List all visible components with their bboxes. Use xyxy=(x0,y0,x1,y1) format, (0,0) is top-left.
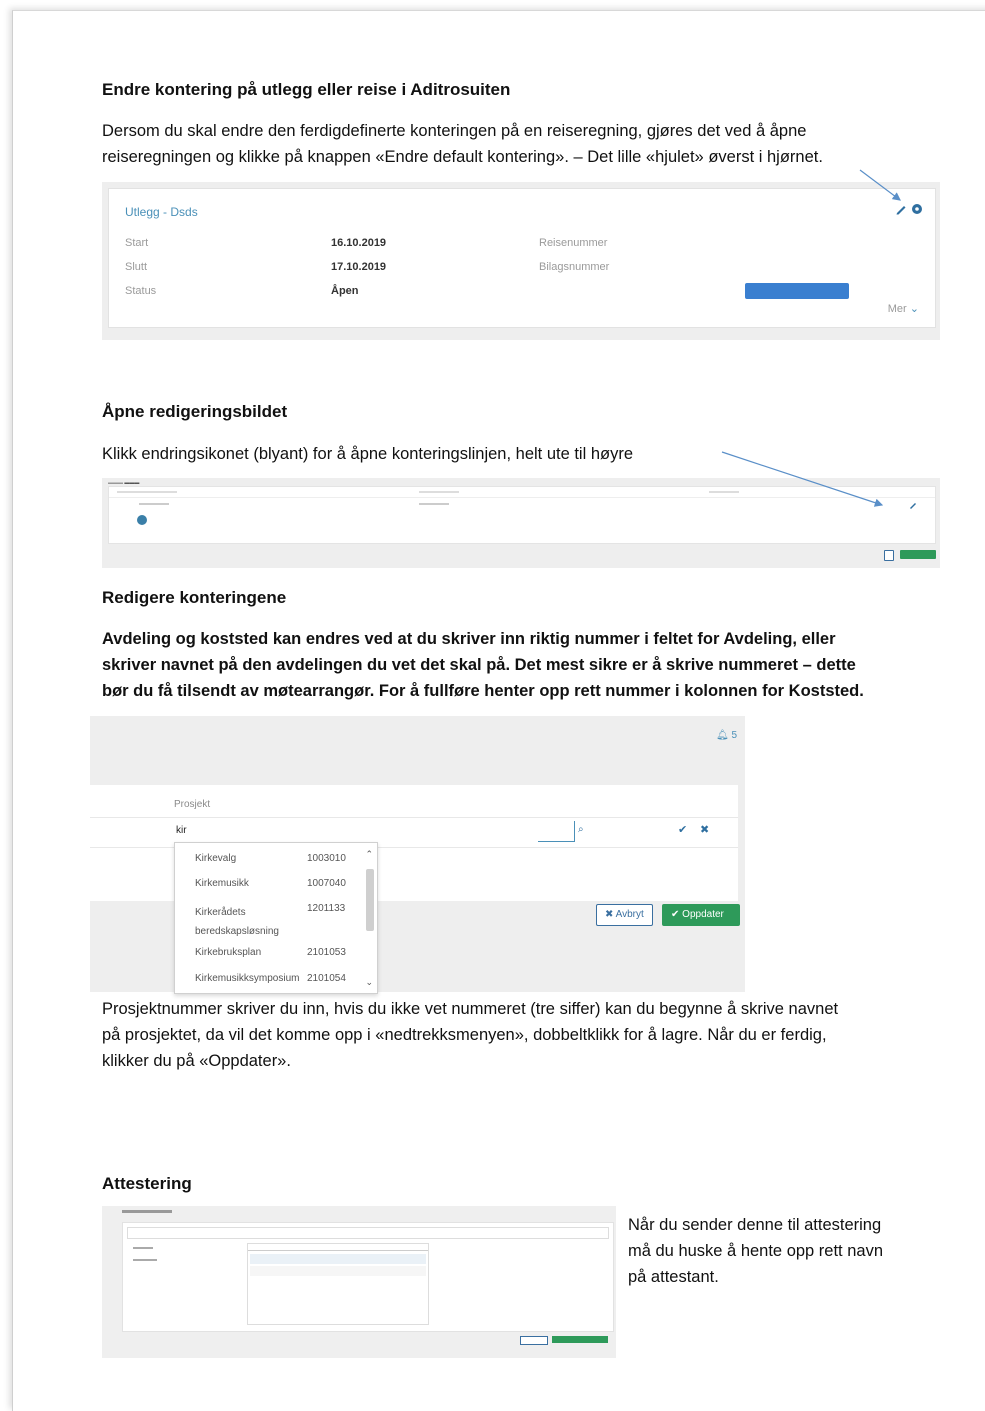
heading-apne-redigering: Åpne redigeringsbildet xyxy=(102,402,288,421)
attestant-dialog xyxy=(122,1222,614,1332)
chevron-down-icon: ⌄ xyxy=(909,303,919,315)
cancel-button-small[interactable] xyxy=(520,1336,548,1345)
para-line: klikker du på «Oppdater». xyxy=(102,1052,291,1070)
bell-icon: 🔔︎ xyxy=(715,730,729,741)
dropdown-item-number[interactable]: 1201133 xyxy=(307,903,345,914)
para-line: Avdeling og koststed kan endres ved at d… xyxy=(102,630,836,648)
notification-count: 5 xyxy=(731,730,737,741)
chevron-up-icon[interactable]: ⌃ xyxy=(365,849,373,860)
prosjekt-label: Prosjekt xyxy=(174,799,211,810)
notification-indicator[interactable]: 🔔︎ 5 xyxy=(716,730,737,741)
more-toggle[interactable]: Mer ⌄ xyxy=(888,302,919,315)
start-label: Start xyxy=(125,237,149,249)
screenshot-prosjekt-dropdown: 🔔︎ 5 Prosjekt kir ⌕ ✔ ✖ ✖ Avbryt ✔ Oppda… xyxy=(90,716,745,994)
para-line: Dersom du skal endre den ferdigdefinerte… xyxy=(102,122,807,140)
more-label: Mer xyxy=(887,303,907,315)
status-label: Status xyxy=(125,285,157,297)
gear-icon[interactable] xyxy=(911,203,923,215)
redacted-bar xyxy=(745,283,849,299)
para-line: Når du sender denne til attestering xyxy=(628,1216,882,1234)
close-icon: ✖ xyxy=(605,909,614,920)
cancel-button-small[interactable] xyxy=(884,550,894,561)
slutt-value: 17.10.2019 xyxy=(331,261,387,273)
screenshot-attestering xyxy=(102,1206,616,1358)
screenshot-konteringslinje: ▬▬▬ ▬▬▬ xyxy=(102,478,940,568)
prosjekt-dropdown[interactable]: Kirkevalg 1003010 Kirkemusikk 1007040 Ki… xyxy=(174,842,378,994)
paragraph-endre-kontering: Dersom du skal endre den ferdigdefinerte… xyxy=(102,118,952,170)
update-button-small[interactable] xyxy=(900,550,936,559)
expense-title[interactable]: Utlegg - Dsds xyxy=(125,205,198,219)
search-icon[interactable]: ⌕ xyxy=(578,824,584,835)
cancel-label: Avbryt xyxy=(615,909,644,920)
pencil-icon[interactable] xyxy=(895,203,907,215)
dropdown-item-name[interactable]: Kirkebruksplan xyxy=(195,947,261,958)
para-line: reiseregningen og klikke på knappen «End… xyxy=(102,148,823,166)
kontering-table xyxy=(108,486,936,544)
start-value: 16.10.2019 xyxy=(331,237,387,249)
close-icon[interactable]: ✖ xyxy=(700,823,709,836)
para-line: Prosjektnummer skriver du inn, hvis du i… xyxy=(102,1000,839,1018)
paragraph-attestering: Når du sender denne til attestering må d… xyxy=(628,1212,883,1290)
reisenummer-label: Reisenummer xyxy=(539,237,608,249)
heading-attestering: Attestering xyxy=(102,1174,192,1193)
search-field[interactable] xyxy=(538,821,575,842)
update-label: Oppdater xyxy=(682,909,724,920)
reiseregning-card: Utlegg - Dsds Start 16.10.2019 Reisenumm… xyxy=(108,188,936,328)
heading-endre-kontering: Endre kontering på utlegg eller reise i … xyxy=(102,80,511,99)
screenshot-reiseregning: Utlegg - Dsds Start 16.10.2019 Reisenumm… xyxy=(102,182,940,340)
dropdown-item-name[interactable]: Kirkerådets beredskapsløsning xyxy=(195,903,291,941)
send-button-small[interactable] xyxy=(552,1336,608,1343)
dropdown-item-number[interactable]: 1003010 xyxy=(307,853,346,864)
bilagsnummer-label: Bilagsnummer xyxy=(539,261,610,273)
paragraph-apne-redigering: Klikk endringsikonet (blyant) for å åpne… xyxy=(102,445,634,463)
para-line: på attestant. xyxy=(628,1268,719,1286)
scrollbar[interactable] xyxy=(366,869,374,931)
dropdown-item-number[interactable]: 2101054 xyxy=(307,973,346,984)
dropdown-item-name[interactable]: Kirkevalg xyxy=(195,853,236,864)
heading-redigere: Redigere konteringene xyxy=(102,588,287,607)
slutt-label: Slutt xyxy=(125,261,148,273)
attestant-list[interactable] xyxy=(247,1243,429,1325)
para-line: skriver navnet på den avdelingen du vet … xyxy=(102,656,856,674)
cancel-button[interactable]: ✖ Avbryt xyxy=(596,904,653,926)
para-line: på prosjektet, da vil det komme opp i «n… xyxy=(102,1026,827,1044)
prosjekt-input[interactable]: kir xyxy=(176,825,187,836)
pencil-icon[interactable] xyxy=(909,501,917,509)
dropdown-item-name[interactable]: Kirkemusikksymposium xyxy=(195,973,299,984)
check-icon: ✔ xyxy=(671,909,680,920)
para-line: bør du få tilsendt av møtearrangør. For … xyxy=(102,682,864,700)
paragraph-redigere: Avdeling og koststed kan endres ved at d… xyxy=(102,626,962,704)
dropdown-item-number[interactable]: 2101053 xyxy=(307,947,346,958)
chevron-down-icon[interactable]: ⌄ xyxy=(365,977,373,988)
paragraph-prosjektnummer: Prosjektnummer skriver du inn, hvis du i… xyxy=(102,996,962,1074)
status-value: Åpen xyxy=(331,285,359,297)
para-line: må du huske å hente opp rett navn xyxy=(628,1242,884,1260)
dropdown-item-name[interactable]: Kirkemusikk xyxy=(195,878,249,889)
dropdown-item-number[interactable]: 1007040 xyxy=(307,878,346,889)
update-button[interactable]: ✔ Oppdater xyxy=(662,904,740,926)
check-icon[interactable]: ✔ xyxy=(678,823,687,836)
